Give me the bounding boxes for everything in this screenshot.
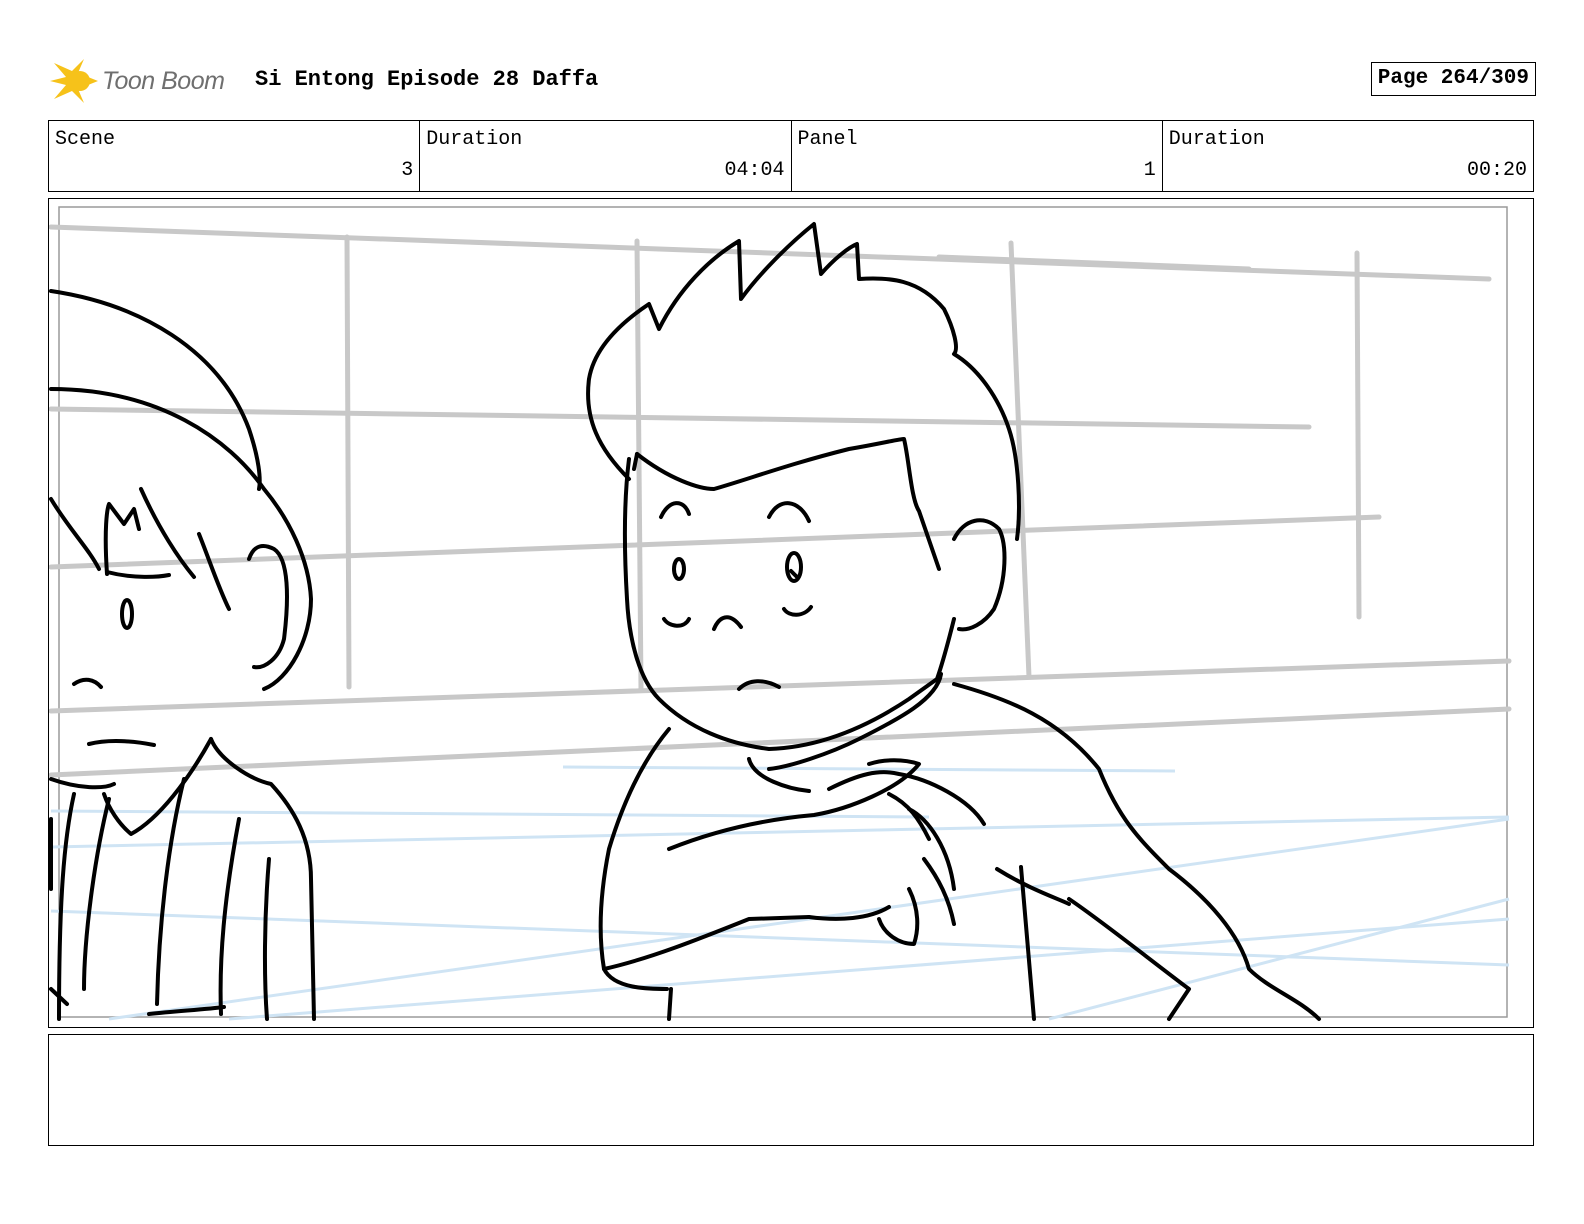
panel-duration-cell: Duration 00:20 (1163, 121, 1533, 191)
scene-cell: Scene 3 (49, 121, 421, 191)
scene-duration-value: 04:04 (724, 159, 785, 182)
storyboard-sketch-image (49, 206, 1512, 1021)
scene-value: 3 (401, 159, 414, 182)
starburst-icon (50, 59, 98, 103)
scene-duration-cell: Duration 04:04 (420, 121, 792, 191)
panel-duration-value: 00:20 (1466, 159, 1527, 182)
panel-value: 1 (1143, 159, 1156, 182)
panel-notes-box (48, 1034, 1534, 1146)
document-title: Si Entong Episode 28 Daffa (255, 67, 599, 92)
storyboard-panel (48, 198, 1534, 1028)
scene-duration-label: Duration (426, 128, 523, 151)
page-header: Toon Boom Si Entong Episode 28 Daffa Pag… (50, 55, 1536, 107)
panel-label: Panel (797, 128, 858, 151)
panel-cell: Panel 1 (792, 121, 1163, 191)
page-number: Page 264/309 (1370, 62, 1536, 96)
panel-duration-label: Duration (1168, 128, 1265, 151)
logo-text: Toon Boom (102, 66, 225, 95)
toon-boom-logo: Toon Boom (50, 55, 225, 107)
scene-info-bar: Scene 3 Duration 04:04 Panel 1 Duration … (48, 120, 1534, 192)
scene-label: Scene (55, 128, 116, 151)
